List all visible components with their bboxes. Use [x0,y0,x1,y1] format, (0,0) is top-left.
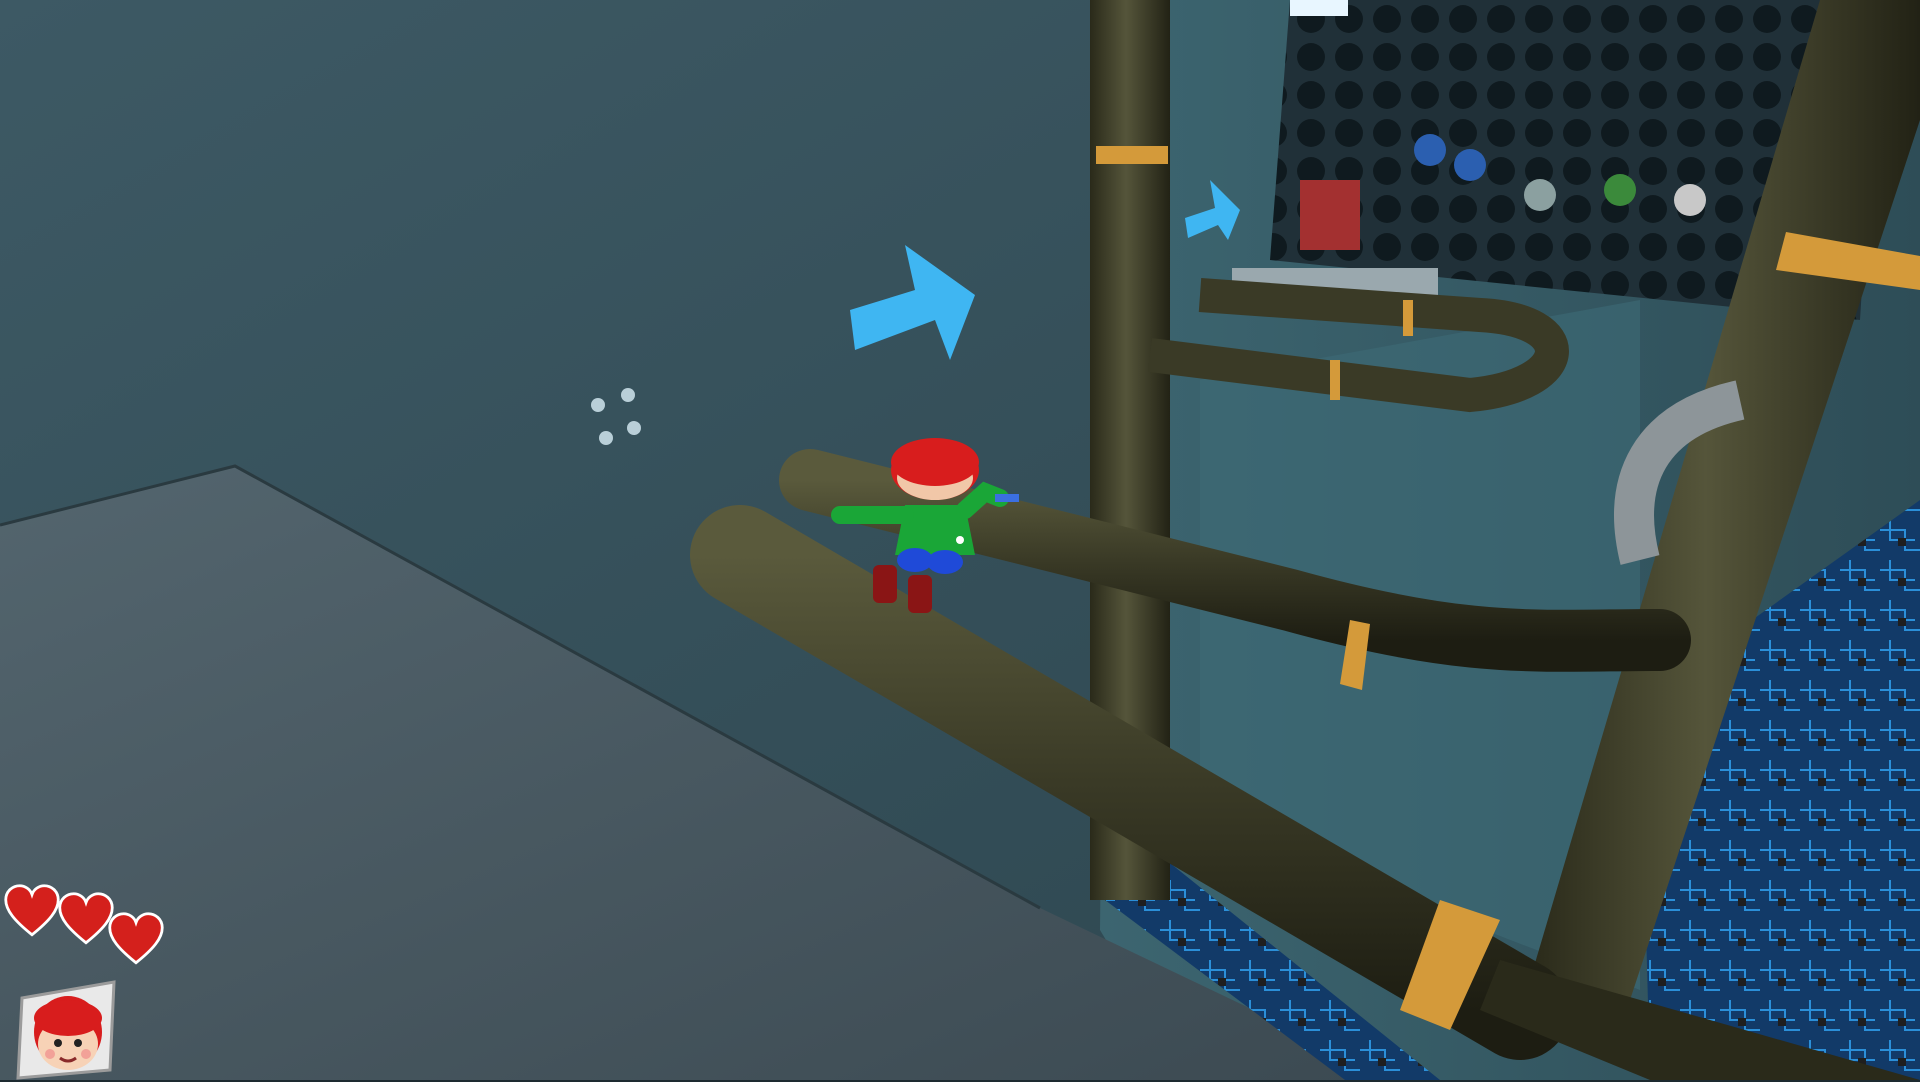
crosshair-dot [956,536,964,544]
red-boot [873,565,897,603]
game-viewport[interactable] [0,0,1920,1080]
player-character [0,0,1920,1080]
red-boot [908,575,932,613]
blue-tool [995,494,1019,502]
